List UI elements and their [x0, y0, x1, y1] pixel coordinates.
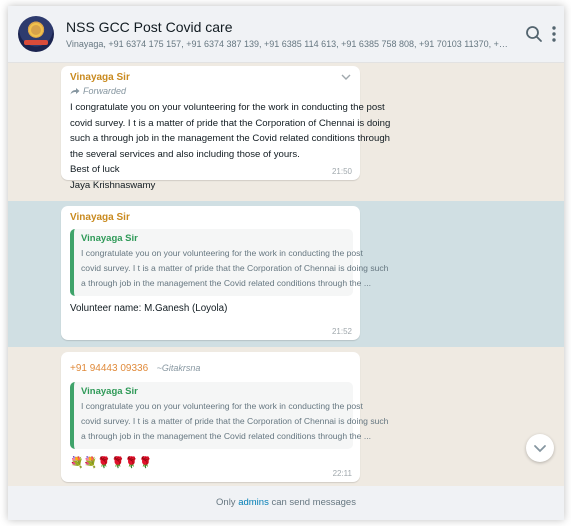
- quoted-line: covid survey. I t is a matter of pride t…: [81, 416, 389, 426]
- chevron-down-icon: [534, 445, 546, 453]
- sender-pushname: ~Gitakrsna: [156, 363, 201, 373]
- quoted-message[interactable]: Vinayaga Sir I congratulate you on your …: [70, 229, 389, 296]
- quoted-line: a through job in the management the Covi…: [81, 278, 371, 288]
- quoted-line: covid survey. I t is a matter of pride t…: [81, 263, 389, 273]
- admins-link[interactable]: admins: [238, 497, 269, 508]
- notice-suffix: can send messages: [271, 497, 356, 508]
- quoted-line: a through job in the management the Covi…: [81, 431, 371, 441]
- chevron-down-icon[interactable]: [340, 73, 352, 81]
- chat-header[interactable]: NSS GCC Post Covid care Vinayaga, +91 63…: [8, 6, 564, 63]
- message-line: I congratulate you on your volunteering …: [70, 102, 385, 113]
- quoted-line: I congratulate you on your volunteering …: [81, 248, 363, 258]
- avatar-emblem-icon: [29, 23, 43, 37]
- message-line: Jaya Krishnaswamy: [70, 179, 156, 191]
- menu-icon[interactable]: [546, 23, 562, 45]
- quoted-author: Vinayaga Sir: [81, 386, 138, 397]
- avatar-band: [24, 40, 48, 45]
- message-line: the several services and also including …: [70, 148, 300, 160]
- group-name[interactable]: NSS GCC Post Covid care: [66, 19, 233, 35]
- message-line: Best of luck: [70, 164, 120, 175]
- forwarded-label: Forwarded: [70, 86, 353, 96]
- message-text: Volunteer name: M.Ganesh (Loyola): [70, 303, 228, 314]
- search-icon[interactable]: [523, 23, 545, 45]
- notice-prefix: Only: [216, 497, 236, 508]
- chat-window: NSS GCC Post Covid care Vinayaga, +91 63…: [8, 6, 564, 520]
- message-line: such a through job in the management the…: [70, 133, 390, 144]
- message-time: 22:11: [332, 469, 352, 478]
- message-bubble-forwarded[interactable]: Vinayaga Sir Forwarded I congratulate yo…: [61, 66, 390, 191]
- message-sender[interactable]: Vinayaga Sir: [70, 72, 353, 83]
- quoted-message[interactable]: Vinayaga Sir I congratulate you on your …: [70, 382, 389, 449]
- message-line: covid survey. I t is a matter of pride t…: [70, 117, 391, 129]
- group-avatar[interactable]: [18, 16, 54, 52]
- forward-arrow-icon: [70, 88, 80, 95]
- message-text: I congratulate you on your volunteering …: [70, 100, 391, 193]
- group-members-list[interactable]: Vinayaga, +91 6374 175 157, +91 6374 387…: [66, 39, 511, 49]
- emoji-message: 💐💐🌹🌹🌹🌹: [70, 457, 153, 469]
- admin-only-notice: Only admins can send messages: [8, 486, 564, 520]
- message-time: 21:52: [331, 327, 352, 336]
- message-time: 21:50: [331, 167, 352, 176]
- forwarded-text: Forwarded: [83, 86, 127, 96]
- scroll-down-button[interactable]: [526, 434, 554, 462]
- quoted-line: I congratulate you on your volunteering …: [81, 401, 363, 411]
- quoted-author: Vinayaga Sir: [81, 233, 138, 244]
- message-sender-phone[interactable]: +91 94443 09336: [70, 363, 148, 374]
- message-bubble-reply[interactable]: +91 94443 09336 ~Gitakrsna Vinayaga Sir …: [61, 352, 389, 482]
- message-bubble-reply[interactable]: Vinayaga Sir Vinayaga Sir I congratulate…: [61, 206, 389, 340]
- message-sender[interactable]: Vinayaga Sir: [70, 212, 353, 223]
